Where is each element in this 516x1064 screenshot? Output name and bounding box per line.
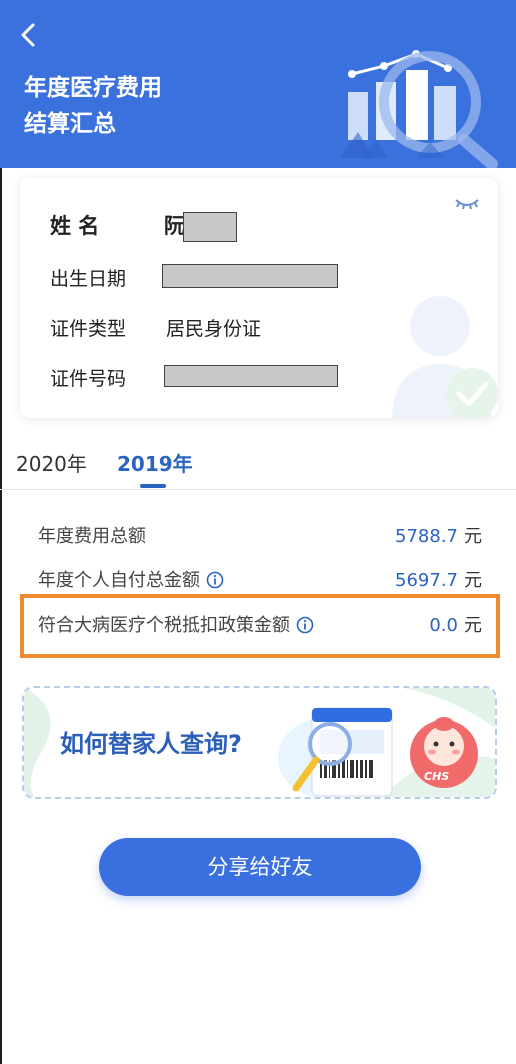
banner-title: 如何替家人查询?: [60, 730, 242, 758]
total-amount-number: 5788.7: [395, 526, 458, 547]
birth-label: 出生日期: [50, 268, 127, 290]
eye-closed-icon[interactable]: [454, 196, 480, 212]
birth-value: [162, 264, 338, 288]
chart-magnifier-illustration: [340, 50, 498, 168]
year-tabs: 2020年 2019年: [0, 440, 516, 490]
share-button[interactable]: 分享给好友: [99, 838, 421, 896]
name-redaction: [183, 212, 237, 242]
birth-redaction: [162, 264, 338, 288]
total-amount-row: 年度费用总额 5788.7 元: [38, 520, 482, 550]
idtype-value: 居民身份证: [166, 318, 262, 340]
name-label: 姓 名: [50, 214, 100, 238]
info-icon[interactable]: [206, 571, 224, 589]
back-arrow-icon[interactable]: [14, 18, 44, 52]
highlight-box: [20, 594, 500, 658]
header: 年度医疗费用 结算汇总: [0, 0, 516, 168]
name-visible-char: 阮: [164, 214, 185, 238]
total-amount-label: 年度费用总额: [38, 526, 146, 547]
name-value: 阮: [164, 210, 237, 242]
person-silhouette-icon: [392, 296, 498, 418]
currency-unit: 元: [464, 570, 482, 591]
selfpay-amount-value: 5697.7 元: [395, 566, 482, 592]
idnum-value: [164, 364, 338, 387]
selfpay-amount-row: 年度个人自付总金额 5697.7 元: [38, 564, 482, 594]
idnum-label: 证件号码: [50, 368, 127, 390]
page-title-line2: 结算汇总: [24, 111, 116, 137]
identity-card: 姓 名 阮 出生日期 证件类型 居民身份证 证件号码: [20, 178, 498, 418]
total-amount-value: 5788.7 元: [395, 522, 482, 548]
left-edge-line: [0, 168, 2, 1064]
page-title: 年度医疗费用 结算汇总: [24, 70, 162, 142]
page-title-line1: 年度医疗费用: [24, 75, 162, 101]
tab-active-indicator: [140, 484, 166, 488]
family-query-banner[interactable]: 如何替家人查询? CHS: [22, 686, 497, 799]
mascot-badge: CHS: [424, 770, 450, 783]
tab-2020[interactable]: 2020年: [16, 448, 87, 477]
selfpay-amount-number: 5697.7: [395, 570, 458, 591]
tab-2019[interactable]: 2019年: [117, 448, 193, 477]
idnum-redaction: [164, 364, 338, 387]
selfpay-label-text: 年度个人自付总金额: [38, 570, 200, 591]
selfpay-amount-label: 年度个人自付总金额: [38, 566, 224, 592]
currency-unit: 元: [464, 526, 482, 547]
idtype-label: 证件类型: [50, 318, 127, 340]
